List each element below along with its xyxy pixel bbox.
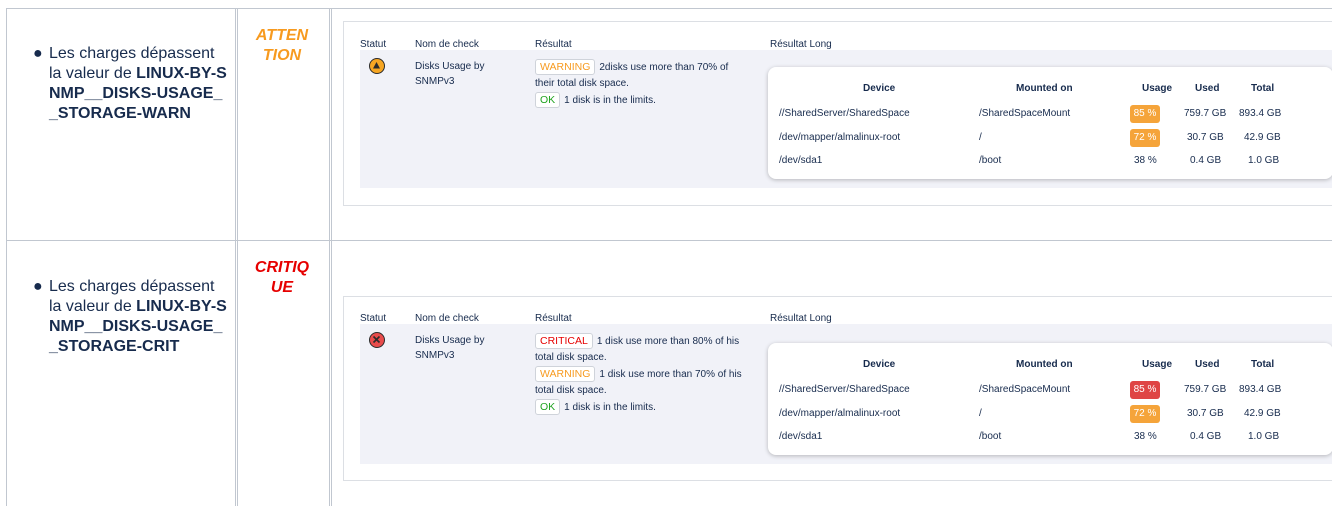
header-check-name: Nom de check — [415, 313, 479, 324]
header-status: Statut — [360, 313, 387, 324]
usage-cell: 38 % — [1134, 155, 1157, 166]
col-device: Device — [863, 359, 896, 370]
bullet-icon: ● — [33, 278, 43, 295]
check-panel: Statut Nom de check Résultat Résultat Lo… — [343, 296, 1332, 481]
usage-badge: 72 % — [1130, 405, 1160, 423]
total-cell: 42.9 GB — [1244, 132, 1281, 143]
row-description: ● Les charges dépassent la valeur de LIN… — [33, 277, 229, 357]
used-cell: 0.4 GB — [1190, 155, 1222, 166]
usage-badge: 85 % — [1130, 381, 1160, 399]
used-cell: 30.7 GB — [1187, 132, 1224, 143]
col-total: Total — [1251, 83, 1275, 94]
col-total: Total — [1251, 359, 1275, 370]
severity-label: ATTEN TION — [255, 27, 309, 64]
mount-cell: /SharedSpaceMount — [979, 384, 1071, 395]
warning-badge: WARNING — [535, 59, 596, 75]
mount-cell: /boot — [979, 155, 1002, 166]
header-long-result: Résultat Long — [770, 313, 832, 324]
used-cell: 759.7 GB — [1184, 108, 1227, 119]
row-description: ● Les charges dépassent la valeur de LIN… — [33, 44, 229, 124]
col-used: Used — [1195, 359, 1220, 370]
disk-usage-table: Device Mounted on Usage Used Total //Sha… — [768, 67, 1332, 179]
used-cell: 759.7 GB — [1184, 384, 1227, 395]
total-cell: 1.0 GB — [1248, 431, 1280, 442]
ok-badge: OK — [535, 92, 561, 108]
mount-cell: / — [979, 132, 982, 143]
device-cell: /dev/sda1 — [779, 431, 823, 442]
device-cell: /dev/mapper/almalinux-root — [779, 408, 901, 419]
col-device: Device — [863, 83, 896, 94]
header-status: Statut — [360, 39, 387, 50]
result-text: WARNING 2disks use more than 70% of their… — [535, 59, 729, 108]
severity-label: CRITIQ UE — [254, 259, 310, 296]
col-divider-2 — [237, 8, 238, 506]
total-cell: 893.4 GB — [1239, 108, 1282, 119]
total-cell: 893.4 GB — [1239, 384, 1282, 395]
table-top-border — [6, 8, 1332, 9]
check-panel-header: Statut Nom de check Résultat Résultat Lo… — [360, 312, 1332, 326]
col-mounted-on: Mounted on — [1016, 83, 1073, 94]
device-cell: /dev/mapper/almalinux-root — [779, 132, 901, 143]
col-mounted-on: Mounted on — [1016, 359, 1073, 370]
mount-cell: /boot — [979, 431, 1002, 442]
check-name: Disks Usage by SNMPv3 — [415, 61, 485, 87]
row-divider — [6, 240, 1332, 241]
warning-status-icon — [369, 58, 385, 74]
critical-badge: CRITICAL — [535, 333, 593, 349]
col-usage: Usage — [1142, 359, 1173, 370]
header-result: Résultat — [535, 313, 572, 324]
check-panel: Statut Nom de check Résultat Résultat Lo… — [343, 21, 1332, 206]
col-divider-4 — [331, 8, 332, 506]
critical-status-icon — [369, 332, 385, 348]
col-divider-3 — [329, 8, 330, 506]
used-cell: 30.7 GB — [1187, 408, 1224, 419]
check-panel-header: Statut Nom de check Résultat Résultat Lo… — [360, 38, 1332, 52]
table-left-border — [6, 8, 7, 506]
usage-badge: 72 % — [1130, 129, 1160, 147]
header-check-name: Nom de check — [415, 39, 479, 50]
col-used: Used — [1195, 83, 1220, 94]
usage-badge: 85 % — [1130, 105, 1160, 123]
device-cell: //SharedServer/SharedSpace — [779, 108, 910, 119]
warning-badge: WARNING — [535, 366, 596, 382]
mount-cell: / — [979, 408, 982, 419]
total-cell: 1.0 GB — [1248, 155, 1280, 166]
disk-usage-table: Device Mounted on Usage Used Total //Sha… — [768, 343, 1332, 455]
col-usage: Usage — [1142, 83, 1173, 94]
device-cell: //SharedServer/SharedSpace — [779, 384, 910, 395]
bullet-icon: ● — [33, 45, 43, 62]
check-name: Disks Usage by SNMPv3 — [415, 335, 485, 361]
device-cell: /dev/sda1 — [779, 155, 823, 166]
col-divider-1 — [235, 8, 236, 506]
used-cell: 0.4 GB — [1190, 431, 1222, 442]
result-text: CRITICAL 1 disk use more than 80% of his … — [535, 333, 742, 415]
header-long-result: Résultat Long — [770, 39, 832, 50]
header-result: Résultat — [535, 39, 572, 50]
total-cell: 42.9 GB — [1244, 408, 1281, 419]
mount-cell: /SharedSpaceMount — [979, 108, 1071, 119]
ok-badge: OK — [535, 399, 561, 415]
usage-cell: 38 % — [1134, 431, 1157, 442]
